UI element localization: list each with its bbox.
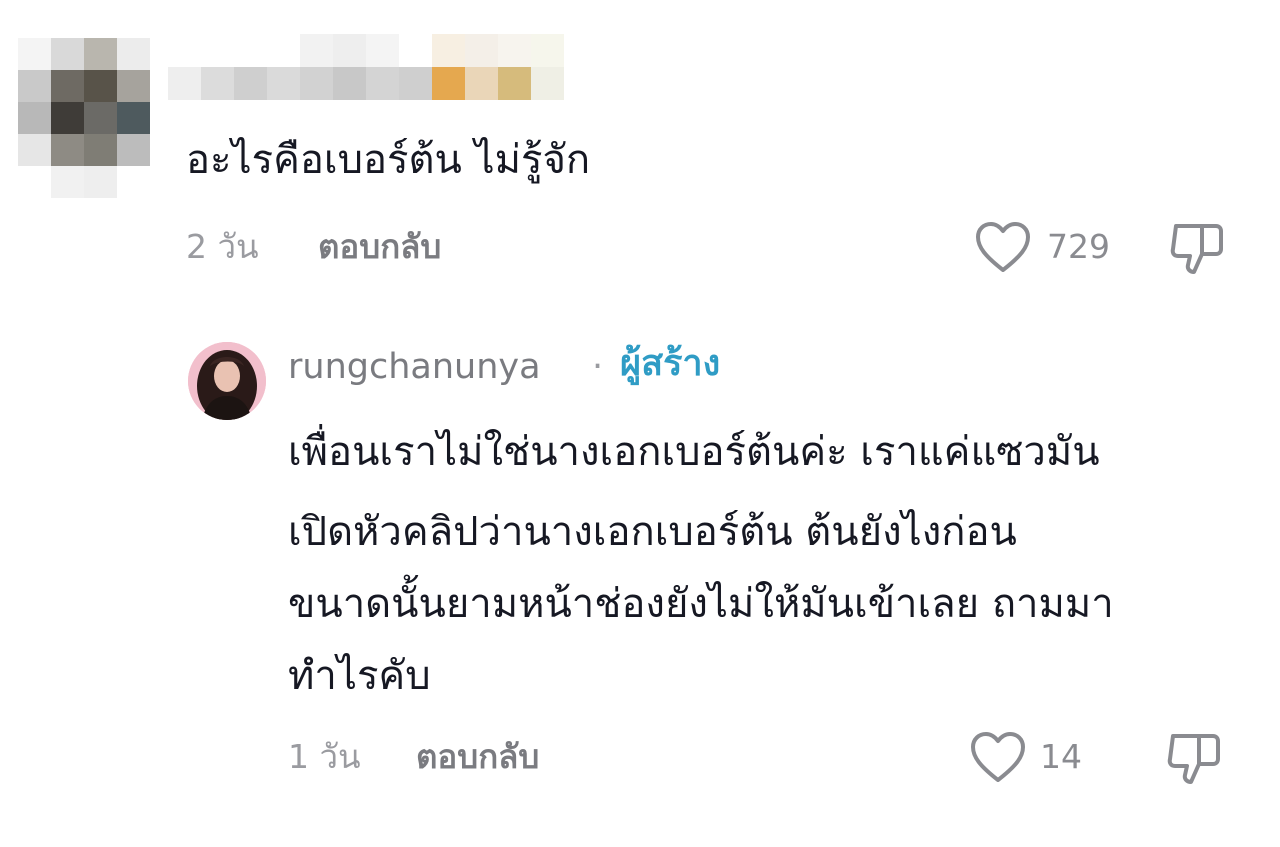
heart-icon[interactable] bbox=[975, 222, 1031, 274]
blurred-avatar[interactable] bbox=[18, 38, 150, 198]
reply-text-line: เปิดหัวคลิปว่านางเอกเบอร์ต้น ต้นยังไงก่อ… bbox=[288, 509, 1017, 555]
heart-icon[interactable] bbox=[970, 732, 1026, 784]
like-count: 729 bbox=[1047, 227, 1110, 266]
thumbs-down-icon[interactable] bbox=[1168, 220, 1228, 278]
reply-text-line: ขนาดนั้นยามหน้าช่องยังไม่ให้มันเข้าเลย ถ… bbox=[288, 581, 1114, 627]
thumbs-down-icon[interactable] bbox=[1165, 730, 1225, 788]
reply-button[interactable]: ตอบกลับ bbox=[318, 230, 441, 263]
username[interactable]: rungchanunya bbox=[288, 350, 541, 385]
comment-timestamp: 2 วัน bbox=[186, 227, 259, 266]
reply-text-line: เพื่อนเราไม่ใช่นางเอกเบอร์ต้นค่ะ เราแค่แ… bbox=[288, 429, 1100, 475]
separator-dot: · bbox=[592, 347, 604, 387]
comment-timestamp: 1 วัน bbox=[288, 737, 361, 776]
comment-text: อะไรคือเบอร์ต้น ไม่รู้จัก bbox=[186, 137, 591, 183]
creator-badge: ผู้สร้าง bbox=[620, 343, 721, 384]
like-count: 14 bbox=[1040, 737, 1082, 776]
blurred-username[interactable] bbox=[168, 34, 564, 100]
avatar[interactable] bbox=[188, 342, 266, 420]
reply-button[interactable]: ตอบกลับ bbox=[416, 740, 539, 773]
reply-text-line: ทำไรคับ bbox=[288, 653, 431, 699]
